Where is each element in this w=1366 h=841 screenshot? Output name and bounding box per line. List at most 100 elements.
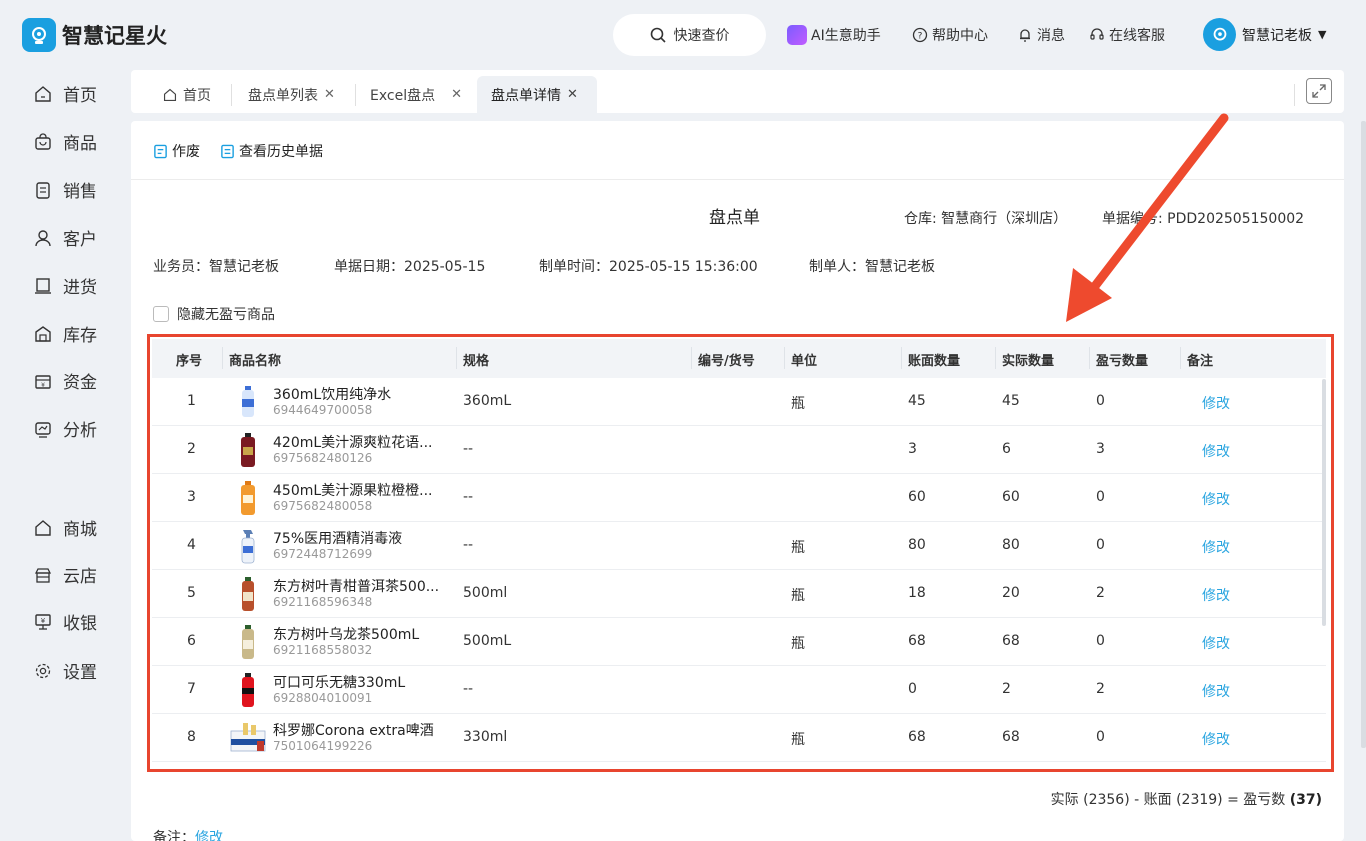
product-image bbox=[232, 576, 264, 612]
edit-link[interactable]: 修改 bbox=[1202, 489, 1230, 509]
sidebar-item-purchase[interactable]: 进货 bbox=[33, 273, 97, 298]
table-row: 5 东方树叶青柑普洱茶500... 6921168596348 500ml 瓶 … bbox=[152, 570, 1326, 618]
summary-formula: 实际 (2356) - 账面 (2319) = 盈亏数 bbox=[1050, 792, 1290, 808]
app-logo[interactable]: 智慧记星火 bbox=[22, 18, 167, 52]
doc-date: 单据日期：2025-05-15 bbox=[334, 259, 486, 275]
col-header: 账面数量 bbox=[908, 354, 961, 369]
sidebar-item-customers[interactable]: 客户 bbox=[33, 225, 97, 250]
messages-link[interactable]: 消息 bbox=[1017, 25, 1065, 45]
tab-excel-stocktake[interactable]: Excel盘点 ✕ bbox=[356, 76, 476, 113]
tab-label: 首页 bbox=[183, 87, 211, 104]
edit-link[interactable]: 修改 bbox=[1202, 633, 1230, 653]
product-image bbox=[232, 672, 264, 708]
main-panel: 作废 查看历史单据 盘点单 仓库: 智慧商行（深圳店） 单据编号: PDD202… bbox=[131, 121, 1344, 841]
row-number: 8 bbox=[187, 729, 196, 745]
remark-label: 备注： bbox=[153, 830, 195, 841]
warehouse-info: 仓库: 智慧商行（深圳店） bbox=[904, 211, 1068, 227]
stocktake-table: 序号 商品名称 规格 编号/货号 单位 账面数量 实际数量 盈亏数量 备注 1 … bbox=[147, 334, 1334, 772]
top-bar: 智慧记星火 快速查价 AI生意助手 ? 帮助中心 消息 在线客服 智慧记老板 ▼ bbox=[0, 0, 1366, 68]
col-header: 序号 bbox=[176, 354, 203, 369]
sidebar-item-label: 资金 bbox=[63, 373, 97, 393]
divider bbox=[131, 179, 1344, 180]
col-divider bbox=[691, 347, 692, 369]
table-row: 7 可口可乐无糖330mL 6928804010091 -- 0 2 2 修改 bbox=[152, 666, 1326, 714]
table-scrollbar[interactable] bbox=[1322, 379, 1326, 626]
edit-link[interactable]: 修改 bbox=[1202, 585, 1230, 605]
tab-stocktake-list[interactable]: 盘点单列表 ✕ bbox=[234, 76, 349, 113]
sidebar-item-label: 设置 bbox=[63, 663, 97, 683]
product-barcode: 7501064199226 bbox=[273, 739, 373, 753]
app-name: 智慧记星火 bbox=[62, 24, 167, 48]
sidebar-item-analysis[interactable]: 分析 bbox=[33, 416, 97, 441]
row-number: 3 bbox=[187, 489, 196, 505]
sidebar-item-label: 客户 bbox=[63, 230, 97, 250]
actual-quantity: 60 bbox=[1002, 489, 1020, 505]
product-barcode: 6921168596348 bbox=[273, 595, 373, 609]
close-icon[interactable]: ✕ bbox=[324, 87, 335, 102]
shop-icon bbox=[33, 518, 53, 538]
product-name: 75%医用酒精消毒液 bbox=[273, 531, 403, 547]
sidebar-item-cashier[interactable]: ¥ 收银 bbox=[33, 609, 97, 634]
col-divider bbox=[1180, 347, 1181, 369]
summary-total: (37) bbox=[1289, 792, 1322, 808]
sidebar-item-cloud-store[interactable]: 云店 bbox=[33, 562, 97, 587]
table-header: 序号 商品名称 规格 编号/货号 单位 账面数量 实际数量 盈亏数量 备注 bbox=[152, 339, 1326, 378]
product-name: 450mL美汁源果粒橙橙... bbox=[273, 483, 433, 499]
view-history-button[interactable]: 查看历史单据 bbox=[220, 141, 323, 161]
product-barcode: 6972448712699 bbox=[273, 547, 373, 561]
quick-price-button[interactable]: 快速查价 bbox=[613, 14, 766, 56]
edit-link[interactable]: 修改 bbox=[1202, 729, 1230, 749]
edit-link[interactable]: 修改 bbox=[1202, 537, 1230, 557]
row-number: 5 bbox=[187, 585, 196, 601]
close-icon[interactable]: ✕ bbox=[451, 87, 462, 102]
sidebar-item-inventory[interactable]: 库存 bbox=[33, 321, 97, 346]
sidebar-item-goods[interactable]: 商品 bbox=[33, 129, 97, 154]
product-spec: 330ml bbox=[463, 729, 508, 745]
fullscreen-button[interactable] bbox=[1306, 78, 1332, 104]
table-row: 1 360mL饮用纯净水 6944649700058 360mL 瓶 45 45… bbox=[152, 378, 1326, 426]
hide-no-diff-checkbox[interactable] bbox=[153, 306, 169, 322]
table-row: 6 东方树叶乌龙茶500mL 6921168558032 500mL 瓶 68 … bbox=[152, 618, 1326, 666]
col-header: 编号/货号 bbox=[698, 354, 755, 369]
sidebar-item-mall[interactable]: 商城 bbox=[33, 515, 97, 540]
actual-quantity: 20 bbox=[1002, 585, 1020, 601]
void-button[interactable]: 作废 bbox=[153, 141, 200, 161]
tab-stocktake-detail[interactable]: 盘点单详情 ✕ bbox=[477, 76, 597, 113]
diff-quantity: 0 bbox=[1096, 489, 1105, 505]
support-link[interactable]: 在线客服 bbox=[1089, 25, 1165, 45]
user-menu[interactable]: 智慧记老板 ▼ bbox=[1203, 18, 1326, 51]
edit-link[interactable]: 修改 bbox=[1202, 441, 1230, 461]
close-icon[interactable]: ✕ bbox=[567, 87, 578, 102]
document-title: 盘点单 bbox=[709, 208, 760, 228]
sidebar-item-funds[interactable]: ¥ 资金 bbox=[33, 368, 97, 393]
tab-home[interactable]: 首页 bbox=[149, 76, 225, 113]
col-header: 盈亏数量 bbox=[1096, 354, 1149, 369]
product-name: 科罗娜Corona extra啤酒 bbox=[273, 723, 434, 739]
void-label: 作废 bbox=[172, 144, 200, 160]
edit-link[interactable]: 修改 bbox=[1202, 681, 1230, 701]
ai-assistant-link[interactable]: AI生意助手 bbox=[787, 25, 881, 45]
user-icon bbox=[33, 228, 53, 248]
actual-quantity: 68 bbox=[1002, 729, 1020, 745]
edit-link[interactable]: 修改 bbox=[1202, 393, 1230, 413]
hide-no-diff-toggle[interactable]: 隐藏无盈亏商品 bbox=[153, 304, 275, 324]
home-icon bbox=[163, 88, 177, 101]
sidebar-item-sales[interactable]: 销售 bbox=[33, 177, 97, 202]
page-scrollbar[interactable] bbox=[1361, 121, 1366, 748]
remark-edit-link[interactable]: 修改 bbox=[195, 830, 223, 841]
table-row: 4 75%医用酒精消毒液 6972448712699 -- 瓶 80 80 0 … bbox=[152, 522, 1326, 570]
hide-no-diff-label: 隐藏无盈亏商品 bbox=[177, 307, 275, 323]
sidebar-item-settings[interactable]: 设置 bbox=[33, 658, 97, 683]
help-link[interactable]: ? 帮助中心 bbox=[912, 25, 988, 45]
headset-icon bbox=[1090, 28, 1104, 40]
product-spec: 500ml bbox=[463, 585, 508, 601]
col-header: 规格 bbox=[463, 354, 490, 369]
creator-info: 制单人：智慧记老板 bbox=[809, 259, 935, 275]
sidebar-item-label: 商品 bbox=[63, 134, 97, 154]
sidebar-item-home[interactable]: 首页 bbox=[33, 81, 97, 106]
col-divider bbox=[1089, 347, 1090, 369]
tab-divider bbox=[1294, 84, 1295, 106]
book-quantity: 3 bbox=[908, 441, 917, 457]
sidebar-item-label: 商城 bbox=[63, 520, 97, 540]
quick-price-label: 快速查价 bbox=[673, 28, 730, 44]
